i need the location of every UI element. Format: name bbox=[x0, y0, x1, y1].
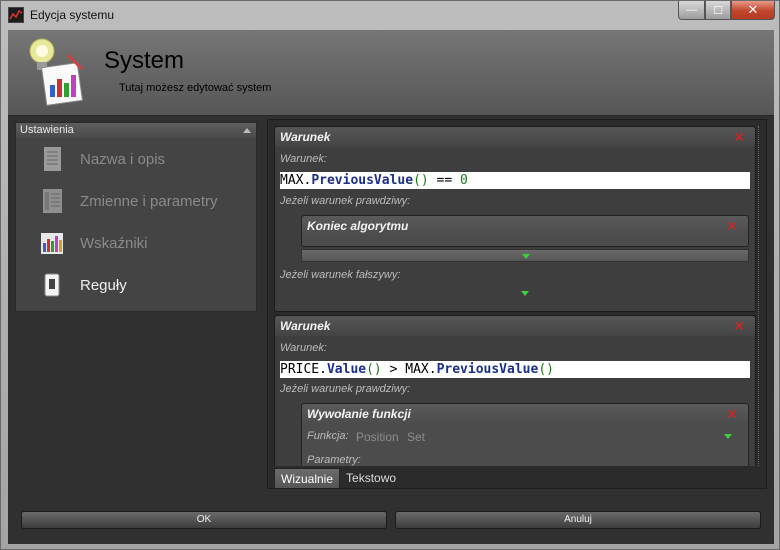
delete-icon[interactable]: ✕ bbox=[726, 216, 738, 236]
expand-triangle-icon[interactable] bbox=[522, 254, 530, 259]
title-bar[interactable]: Edycja systemu — ☐ ✕ bbox=[1, 1, 780, 29]
rules-scroll-area[interactable]: Warunek ✕ Warunek: MAX.PreviousValue() =… bbox=[274, 126, 756, 466]
list-icon bbox=[38, 187, 66, 215]
minimize-button[interactable]: — bbox=[678, 1, 705, 20]
end-algorithm-block: Koniec algorytmu ✕ bbox=[301, 215, 749, 247]
sidebar-item-rules[interactable]: Reguły bbox=[16, 264, 256, 306]
expand-triangle-icon[interactable] bbox=[521, 291, 529, 296]
sidebar-item-variables[interactable]: Zmienne i parametry bbox=[16, 180, 256, 222]
page-subtitle: Tutaj możesz edytować system bbox=[119, 82, 272, 94]
system-logo-icon bbox=[22, 35, 86, 107]
condition-card-header: Warunek ✕ bbox=[275, 127, 755, 147]
condition-label: Warunek: bbox=[280, 153, 327, 165]
tab-visual[interactable]: Wizualnie bbox=[274, 468, 341, 488]
delete-icon[interactable]: ✕ bbox=[733, 127, 745, 147]
block-title: Wywołanie funkcji bbox=[307, 407, 411, 421]
condition-card: Warunek ✕ Warunek: PRICE.Value() > MAX.P… bbox=[274, 315, 756, 466]
maximize-button[interactable]: ☐ bbox=[705, 1, 731, 20]
card-title: Warunek bbox=[280, 130, 331, 144]
switch-icon bbox=[38, 271, 66, 299]
function-call-header: Wywołanie funkcji ✕ bbox=[302, 404, 748, 424]
params-label: Parametry: bbox=[307, 454, 361, 466]
collapse-arrow-icon[interactable] bbox=[243, 128, 251, 133]
window-title: Edycja systemu bbox=[30, 8, 115, 22]
editor-tabs: Wizualnie Tekstowo bbox=[274, 468, 402, 488]
page-title: System bbox=[104, 47, 185, 74]
app-chart-icon bbox=[8, 7, 24, 23]
delete-icon[interactable]: ✕ bbox=[726, 404, 738, 424]
delete-icon[interactable]: ✕ bbox=[733, 316, 745, 336]
function-call-block: Wywołanie funkcji ✕ Funkcja: Position Se… bbox=[301, 403, 749, 466]
sidebar-item-indicators[interactable]: Wskaźniki bbox=[16, 222, 256, 264]
condition-code-input[interactable]: MAX.PreviousValue() == 0 bbox=[280, 172, 750, 189]
vertical-scrollbar[interactable] bbox=[758, 126, 764, 466]
true-branch-label: Jeżeli warunek prawdziwy: bbox=[280, 383, 411, 395]
function-dropdown-icon[interactable] bbox=[724, 434, 732, 439]
settings-header-label: Ustawienia bbox=[20, 124, 74, 136]
condition-card-header: Warunek ✕ bbox=[275, 316, 755, 336]
end-algorithm-header: Koniec algorytmu ✕ bbox=[302, 216, 748, 236]
dialog-header: System Tutaj możesz edytować system bbox=[8, 30, 774, 116]
window-frame: Edycja systemu — ☐ ✕ System Tutaj możesz… bbox=[0, 0, 780, 550]
cancel-button[interactable]: Anuluj bbox=[395, 511, 761, 529]
condition-card: Warunek ✕ Warunek: MAX.PreviousValue() =… bbox=[274, 126, 756, 312]
condition-label: Warunek: bbox=[280, 342, 327, 354]
function-method-value[interactable]: Set bbox=[407, 430, 425, 444]
ok-button[interactable]: OK bbox=[21, 511, 387, 529]
function-label: Funkcja: bbox=[307, 430, 349, 442]
function-class-value[interactable]: Position bbox=[356, 430, 399, 444]
rules-editor: Warunek ✕ Warunek: MAX.PreviousValue() =… bbox=[267, 119, 767, 489]
sidebar-item-label: Zmienne i parametry bbox=[80, 192, 218, 210]
sidebar-item-name-description[interactable]: Nazwa i opis bbox=[16, 138, 256, 180]
true-branch-label: Jeżeli warunek prawdziwy: bbox=[280, 195, 411, 207]
settings-panel: Ustawienia Nazwa i opis Zmienne i parame… bbox=[15, 122, 257, 312]
chart-icon bbox=[38, 229, 66, 257]
card-title: Warunek bbox=[280, 319, 331, 333]
false-branch-label: Jeżeli warunek fałszywy: bbox=[280, 269, 401, 281]
settings-header[interactable]: Ustawienia bbox=[16, 123, 256, 138]
sidebar-item-label: Reguły bbox=[80, 276, 127, 294]
document-icon bbox=[38, 145, 66, 173]
block-title: Koniec algorytmu bbox=[307, 219, 409, 233]
sidebar-item-label: Wskaźniki bbox=[80, 234, 148, 252]
sidebar-item-label: Nazwa i opis bbox=[80, 150, 166, 168]
close-button[interactable]: ✕ bbox=[731, 1, 775, 20]
tab-text[interactable]: Tekstowo bbox=[340, 468, 402, 488]
dialog-client: System Tutaj możesz edytować system Usta… bbox=[8, 30, 774, 544]
add-action-dropzone[interactable] bbox=[301, 249, 749, 262]
condition-code-input[interactable]: PRICE.Value() > MAX.PreviousValue() bbox=[280, 361, 750, 378]
